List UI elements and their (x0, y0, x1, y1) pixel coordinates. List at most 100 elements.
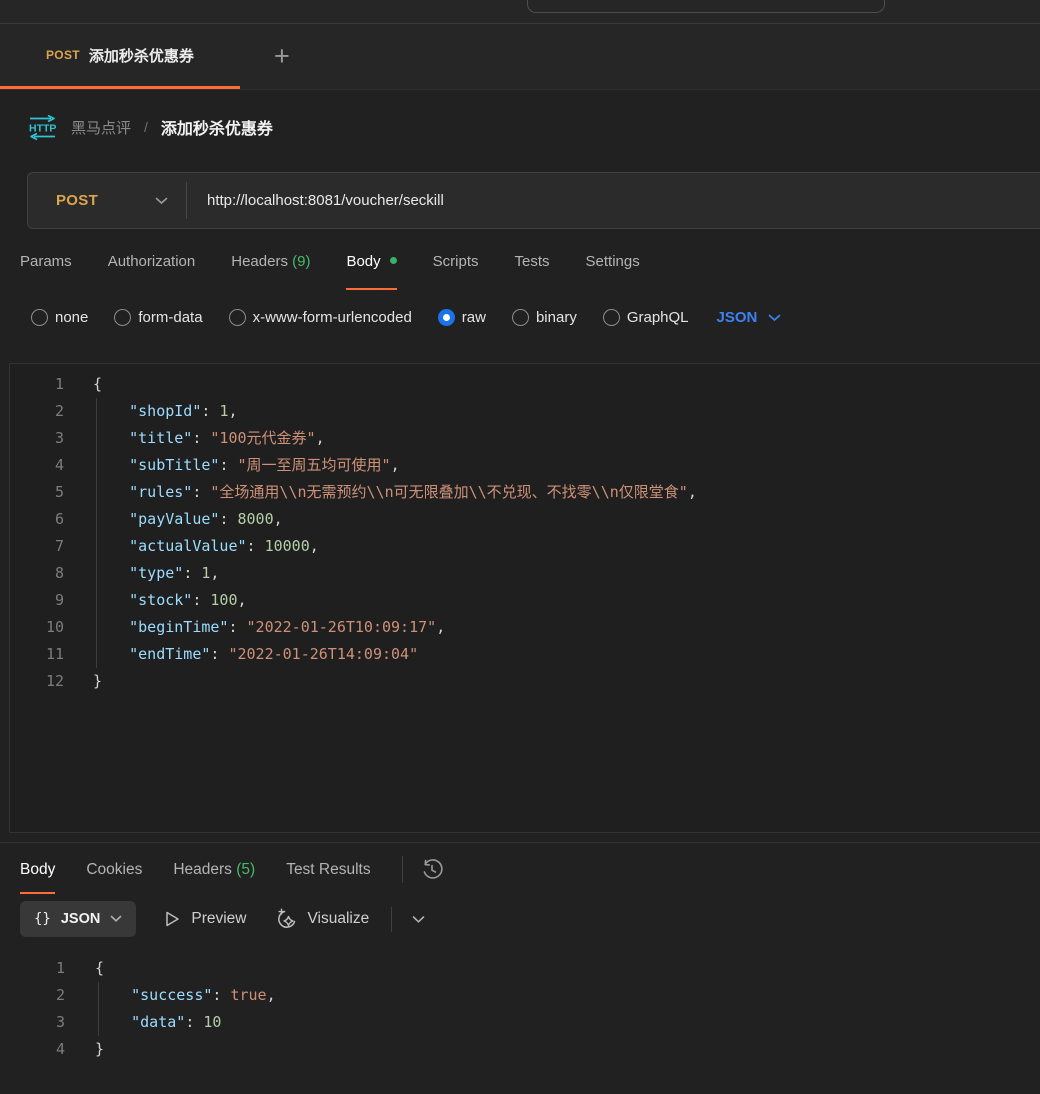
code-line[interactable]: 2 "success": true, (0, 982, 1040, 1009)
line-number: 11 (45, 645, 64, 663)
tab-cookies[interactable]: Cookies (86, 845, 142, 894)
body-mode-label: form-data (138, 309, 203, 326)
request-body-editor[interactable]: 1{2 "shopId": 1, 3 "title": "100元代金券", 4 "… (9, 363, 1040, 833)
code-line[interactable]: 2 "shopId": 1, (10, 398, 1040, 425)
code-content: "title": "100元代金券", (93, 425, 325, 452)
radio-icon[interactable] (114, 309, 132, 326)
code-line[interactable]: 11 "endTime": "2022-01-26T14:09:04" (10, 641, 1040, 668)
code-line[interactable]: 9 "stock": 100, (10, 587, 1040, 614)
code-content: "data": 10 (95, 1009, 221, 1036)
code-line[interactable]: 3 "title": "100元代金券", (10, 425, 1040, 452)
body-mode-radio-binary[interactable]: binary (511, 309, 577, 326)
radio-icon[interactable] (31, 309, 48, 326)
code-line[interactable]: 12} (10, 668, 1040, 695)
code-line[interactable]: 5 "rules": "全场通用\\n无需预约\\n可无限叠加\\不兑现、不找零… (10, 479, 1040, 506)
tab-headers[interactable]: Headers (5) (173, 845, 255, 894)
body-mode-radio-raw[interactable]: raw (437, 309, 486, 326)
top-bar (0, 0, 1040, 24)
body-mode-radio-form-data[interactable]: form-data (114, 309, 203, 326)
braces-icon: {} (34, 911, 51, 927)
chevron-down-icon (769, 314, 781, 321)
tab-body[interactable]: Body (20, 845, 56, 894)
request-url-bar: POST http://localhost:8081/voucher/secki… (27, 172, 1040, 229)
code-content: "payValue": 8000, (93, 506, 283, 533)
line-number: 6 (54, 510, 64, 528)
line-number: 8 (54, 564, 64, 582)
preview-button[interactable]: Preview (164, 910, 247, 928)
radio-icon[interactable] (511, 309, 529, 326)
more-options-chevron[interactable] (412, 915, 425, 924)
line-number: 3 (54, 429, 64, 447)
code-line[interactable]: 1{ (10, 371, 1040, 398)
response-format-dropdown[interactable]: {} JSON (20, 901, 137, 937)
code-line[interactable]: 8 "type": 1, (10, 560, 1040, 587)
tab-authorization[interactable]: Authorization (108, 232, 196, 290)
code-content: "beginTime": "2022-01-26T10:09:17", (93, 614, 445, 641)
response-section-tabs: Body Cookies Headers (5) Test Results (0, 843, 1040, 896)
code-line[interactable]: 4 "subTitle": "周一至周五均可使用", (10, 452, 1040, 479)
body-language-select[interactable]: JSON (717, 309, 782, 326)
sparkles-icon (277, 908, 295, 928)
tab-scripts[interactable]: Scripts (433, 232, 479, 290)
code-line[interactable]: 10 "beginTime": "2022-01-26T10:09:17", (10, 614, 1040, 641)
code-content: } (95, 1040, 105, 1058)
line-number: 10 (45, 618, 64, 636)
global-search-box[interactable] (527, 0, 885, 13)
response-body-viewer[interactable]: 1{2 "success": true, 3 "data": 10 4} (0, 942, 1040, 1063)
url-input[interactable]: http://localhost:8081/voucher/seckill (207, 192, 444, 209)
response-toolbar: {} JSON Preview Visualize (0, 896, 1040, 942)
request-tab-active[interactable]: POST 添加秒杀优惠券 (0, 24, 240, 89)
code-content: "type": 1, (93, 560, 219, 587)
line-number: 12 (45, 672, 64, 690)
tab-headers[interactable]: Headers (9) (231, 232, 310, 290)
body-mode-radio-graphql[interactable]: GraphQL (602, 309, 689, 326)
body-mode-radio-none[interactable]: none (31, 309, 88, 326)
body-mode-label: binary (535, 309, 577, 326)
line-number: 9 (54, 591, 64, 609)
visualize-button[interactable]: Visualize (275, 908, 369, 931)
line-number: 2 (54, 402, 64, 420)
new-tab-button[interactable]: + (274, 43, 290, 70)
http-protocol-icon: HTTP (27, 114, 58, 141)
body-mode-radio-x-www-form-urlencoded[interactable]: x-www-form-urlencoded (228, 309, 412, 326)
code-content: "stock": 100, (93, 587, 247, 614)
radio-icon[interactable] (602, 309, 620, 326)
line-number: 4 (55, 1040, 65, 1058)
tab-settings[interactable]: Settings (586, 232, 640, 290)
method-dropdown[interactable]: POST (28, 192, 186, 209)
line-number: 4 (54, 456, 64, 474)
line-number: 5 (54, 483, 64, 501)
code-content: "subTitle": "周一至周五均可使用", (93, 452, 400, 479)
code-line[interactable]: 1{ (0, 955, 1040, 982)
tab-params[interactable]: Params (20, 232, 72, 290)
body-mode-label: x-www-form-urlencoded (252, 309, 412, 326)
body-mode-label: GraphQL (626, 309, 689, 326)
body-modified-dot (389, 257, 397, 264)
radio-icon[interactable] (228, 309, 246, 326)
chevron-down-icon (155, 197, 168, 204)
code-content: "endTime": "2022-01-26T14:09:04" (93, 641, 418, 668)
request-name-title[interactable]: 添加秒杀优惠券 (161, 115, 273, 139)
code-content: { (95, 959, 105, 977)
history-icon[interactable] (420, 858, 444, 882)
code-content: { (93, 375, 103, 393)
radio-selected-icon[interactable] (437, 309, 455, 326)
response-tabs-divider (401, 856, 403, 883)
code-line[interactable]: 7 "actualValue": 10000, (10, 533, 1040, 560)
breadcrumb: HTTP 黑马点评 / 添加秒杀优惠券 (0, 90, 1040, 150)
tab-body[interactable]: Body (346, 232, 397, 290)
code-line[interactable]: 4} (0, 1036, 1040, 1063)
body-language-label: JSON (716, 309, 758, 326)
code-line[interactable]: 6 "payValue": 8000, (10, 506, 1040, 533)
tab-tests[interactable]: Tests (515, 232, 550, 290)
code-line[interactable]: 3 "data": 10 (0, 1009, 1040, 1036)
request-section-tabs: Params Authorization Headers (9) Body Script… (0, 229, 1040, 293)
code-content: "success": true, (95, 982, 276, 1009)
line-number: 3 (55, 1013, 65, 1031)
body-mode-label: none (55, 309, 89, 326)
code-content: "actualValue": 10000, (93, 533, 319, 560)
line-number: 2 (55, 986, 65, 1004)
breadcrumb-collection[interactable]: 黑马点评 (71, 117, 131, 138)
tab-test-results[interactable]: Test Results (286, 845, 370, 894)
svg-text:HTTP: HTTP (29, 122, 56, 134)
